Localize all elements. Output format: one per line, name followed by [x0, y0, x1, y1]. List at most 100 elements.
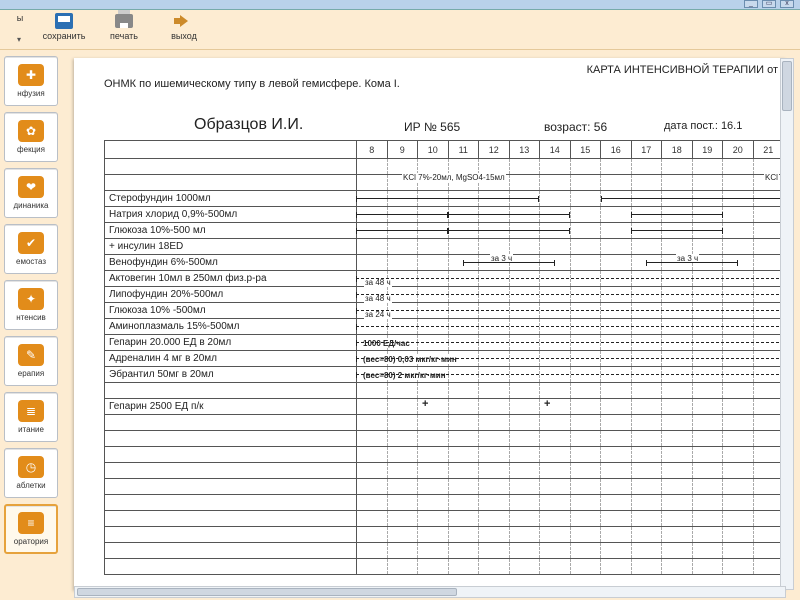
infusion-bar	[356, 278, 784, 279]
sidebar-item-1[interactable]: ✿фекция	[4, 112, 58, 162]
infusion-bar	[356, 358, 784, 359]
sidebar-item-4[interactable]: ✦нтенсив	[4, 280, 58, 330]
sidebar-item-5[interactable]: ✎ ерапия	[4, 336, 58, 386]
drug-label: Венофундин 6%-500мл	[105, 255, 357, 270]
sidebar-item-3[interactable]: ✔ емостаз	[4, 224, 58, 274]
sidebar-item-0[interactable]: ✚нфузия	[4, 56, 58, 106]
drug-label: Аминоплазмаль 15%-500мл	[105, 319, 357, 334]
infusion-bar	[356, 198, 539, 199]
toolbar: ы ▾ сохранить печать выход	[0, 10, 800, 50]
window-maximize[interactable]: ▭	[762, 0, 776, 8]
vertical-scrollbar[interactable]	[780, 58, 794, 590]
print-label: печать	[110, 31, 138, 41]
sidebar-item-6[interactable]: ≣итание	[4, 392, 58, 442]
admission-date: дата пост.: 16.1	[664, 120, 742, 132]
sidebar-label: фекция	[5, 145, 57, 154]
hour-header: 12	[479, 141, 510, 158]
sidebar-label: динаника	[5, 201, 57, 210]
table-row	[105, 431, 784, 447]
sidebar-item-8[interactable]: ≡оратория	[4, 504, 58, 554]
table-row	[105, 479, 784, 495]
sidebar: ✚нфузия ✿фекция ❤ динаника ✔ емостаз ✦нтенсив ✎…	[0, 50, 62, 600]
diagnosis-text: ОНМК по ишемическому типу в левой гемисф…	[104, 78, 400, 90]
infusion-bar	[356, 326, 784, 327]
dropdown-arrow-icon: ▾	[17, 35, 21, 44]
table-row: Эбрантил 50мг в 20мл	[105, 367, 784, 383]
infusion-bar	[448, 230, 570, 231]
table-row	[105, 175, 784, 191]
drug-label: Гепарин 2500 ЕД п/к	[105, 399, 357, 414]
print-button[interactable]: печать	[94, 12, 154, 48]
window-minimize[interactable]: _	[744, 0, 758, 8]
drug-label: + инсулин 18ЕD	[105, 239, 357, 254]
toolbar-dropdown[interactable]: ы ▾	[6, 12, 34, 48]
drug-label: Стерофундин 1000мл	[105, 191, 357, 206]
print-icon	[115, 14, 133, 28]
table-row	[105, 415, 784, 431]
infusion-bar	[631, 214, 723, 215]
table-row: Аминоплазмаль 15%-500мл	[105, 319, 784, 335]
table-row	[105, 383, 784, 399]
infusion-bar	[631, 230, 723, 231]
toolbar-dropdown-label: ы	[17, 13, 23, 23]
infusion-bar	[356, 310, 784, 311]
drug-label	[105, 415, 357, 430]
sidebar-icon: ✚	[18, 64, 44, 86]
drug-label: Глюкоза 10%-500 мл	[105, 223, 357, 238]
exit-label: выход	[171, 31, 197, 41]
drug-label: Адреналин 4 мг в 20мл	[105, 351, 357, 366]
save-label: сохранить	[43, 31, 86, 41]
hour-header: 10	[418, 141, 449, 158]
table-row	[105, 559, 784, 575]
sidebar-label: емостаз	[5, 257, 57, 266]
drug-label	[105, 463, 357, 478]
sidebar-item-7[interactable]: ◷аблетки	[4, 448, 58, 498]
sidebar-icon: ✔	[18, 232, 44, 254]
table-row	[105, 543, 784, 559]
infusion-bar	[601, 198, 784, 199]
table-row: Глюкоза 10%-500 мл	[105, 223, 784, 239]
save-button[interactable]: сохранить	[34, 12, 94, 48]
infusion-bar	[448, 214, 570, 215]
table-row: Липофундин 20%-500мл	[105, 287, 784, 303]
table-row: + инсулин 18ЕD	[105, 239, 784, 255]
drug-label: Гепарин 20.000 ЕД в 20мл	[105, 335, 357, 350]
drug-label	[105, 527, 357, 542]
hour-header: 19	[693, 141, 724, 158]
hour-header: 18	[662, 141, 693, 158]
table-row	[105, 447, 784, 463]
table-row: Стерофундин 1000мл	[105, 191, 784, 207]
hour-header: 8	[357, 141, 388, 158]
table-row: Натрия хлорид 0,9%-500мл	[105, 207, 784, 223]
horizontal-scrollbar[interactable]	[74, 586, 786, 598]
infusion-bar	[646, 262, 738, 263]
table-row: Адреналин 4 мг в 20мл	[105, 351, 784, 367]
drug-label	[105, 543, 357, 558]
drug-label	[105, 383, 357, 398]
sidebar-item-2[interactable]: ❤ динаника	[4, 168, 58, 218]
patient-age: возраст: 56	[544, 120, 607, 134]
table-row: Венофундин 6%-500мл	[105, 255, 784, 271]
table-row	[105, 495, 784, 511]
table-row	[105, 463, 784, 479]
hour-header: 11	[449, 141, 480, 158]
sidebar-icon: ✎	[18, 344, 44, 366]
drug-label: Липофундин 20%-500мл	[105, 287, 357, 302]
scroll-thumb[interactable]	[782, 61, 792, 111]
hour-header: 20	[723, 141, 754, 158]
scroll-thumb[interactable]	[77, 588, 457, 596]
table-row: Глюкоза 10% -500мл	[105, 303, 784, 319]
sidebar-icon: ≡	[18, 512, 44, 534]
sidebar-label: аблетки	[5, 481, 57, 490]
drug-label	[105, 175, 357, 190]
hour-header: 16	[601, 141, 632, 158]
sidebar-icon: ❤	[18, 176, 44, 198]
sidebar-label: ерапия	[5, 369, 57, 378]
window-close[interactable]: x	[780, 0, 794, 8]
patient-name: Образцов И.И.	[194, 116, 303, 134]
exit-button[interactable]: выход	[154, 12, 214, 48]
drug-label: Натрия хлорид 0,9%-500мл	[105, 207, 357, 222]
drug-label	[105, 479, 357, 494]
hour-header: 14	[540, 141, 571, 158]
exit-icon	[180, 15, 188, 27]
